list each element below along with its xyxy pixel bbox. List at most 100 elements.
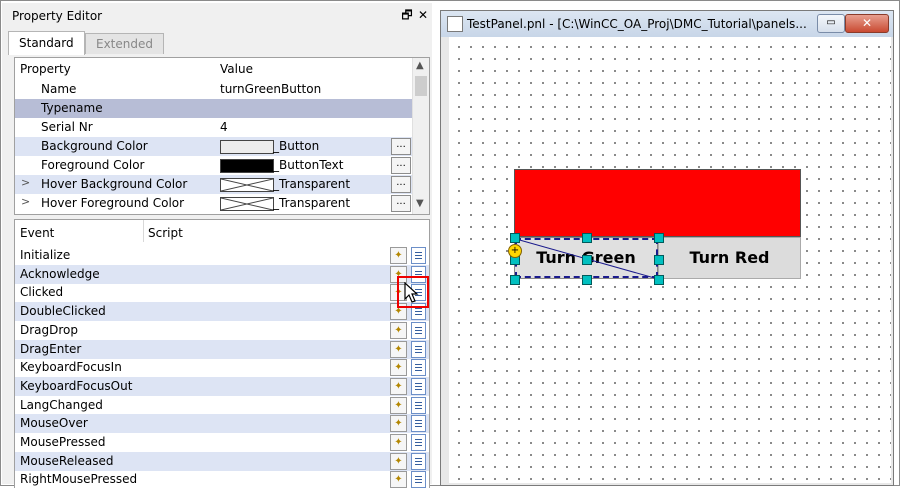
property-value[interactable]: turnGreenButton (220, 82, 321, 96)
event-name: LangChanged (20, 397, 103, 412)
property-row-name[interactable]: Name turnGreenButton (15, 80, 413, 99)
script-editor-icon[interactable] (411, 415, 426, 433)
panel-canvas[interactable]: Turn Green Turn Red + (449, 37, 891, 483)
expand-icon[interactable]: > (21, 176, 30, 189)
event-row[interactable]: Initialize ✦ (15, 246, 429, 265)
property-value[interactable]: _Button (273, 139, 319, 153)
event-row[interactable]: DoubleClicked ✦ (15, 302, 429, 322)
transparent-swatch (220, 197, 274, 211)
property-editor-tabs: Standard Extended (8, 31, 428, 55)
event-name: DragEnter (20, 341, 82, 356)
event-name: Acknowledge (20, 266, 100, 281)
script-editor-icon[interactable] (411, 434, 426, 451)
browse-button[interactable]: ... (391, 195, 411, 212)
event-name: MousePressed (20, 435, 106, 449)
script-editor-icon[interactable] (411, 452, 426, 470)
wand-icon[interactable]: ✦ (390, 415, 407, 433)
event-row[interactable]: MouseOver ✦ (15, 414, 429, 434)
resize-handle[interactable] (654, 255, 664, 265)
turn-red-button[interactable]: Turn Red (658, 237, 801, 279)
event-name: DragDrop (20, 322, 79, 337)
tab-extended[interactable]: Extended (85, 33, 164, 54)
event-name: Initialize (20, 248, 71, 262)
event-row[interactable]: DragDrop ✦ (15, 321, 429, 340)
script-editor-icon[interactable] (411, 359, 426, 377)
event-row[interactable]: Acknowledge ✦ (15, 264, 429, 284)
event-row[interactable]: Clicked ✦ (15, 283, 429, 302)
wand-icon[interactable]: ✦ (390, 340, 407, 358)
resize-handle[interactable] (510, 233, 520, 243)
header-property: Property (20, 62, 71, 76)
resize-handle[interactable] (582, 275, 592, 285)
panel-window-titlebar[interactable]: TestPanel.pnl - [C:\WinCC_OA_Proj\DMC_Tu… (441, 11, 893, 37)
scroll-down-icon[interactable]: ▼ (416, 198, 424, 209)
minimize-button[interactable]: ▭ (817, 14, 845, 33)
script-editor-icon[interactable] (411, 247, 426, 264)
property-editor-title: Property Editor (12, 9, 103, 23)
wand-icon[interactable]: ✦ (390, 452, 407, 470)
property-name: Name (41, 82, 77, 96)
event-name: DoubleClicked (20, 304, 106, 319)
header-value: Value (220, 62, 253, 76)
property-value[interactable]: _Transparent (273, 196, 350, 210)
mouse-cursor-icon (404, 282, 419, 303)
browse-button[interactable]: ... (391, 176, 411, 193)
event-row[interactable]: KeyboardFocusOut ✦ (15, 376, 429, 396)
property-value[interactable]: _ButtonText (273, 158, 343, 172)
wand-icon[interactable]: ✦ (390, 396, 407, 414)
property-value[interactable]: _Transparent (273, 177, 350, 191)
resize-handle[interactable] (654, 275, 664, 285)
property-row-hover-background-color[interactable]: > Hover Background Color _Transparent ..… (15, 175, 413, 194)
resize-handle[interactable] (654, 233, 664, 243)
resize-handle[interactable] (582, 233, 592, 243)
property-row-typename[interactable]: Typename (15, 99, 413, 118)
panel-window: TestPanel.pnl - [C:\WinCC_OA_Proj\DMC_Tu… (440, 10, 894, 486)
wand-icon[interactable]: ✦ (390, 359, 407, 377)
event-row[interactable]: MousePressed ✦ (15, 433, 429, 452)
red-rectangle-shape[interactable] (514, 169, 801, 237)
rotate-handle-icon[interactable]: + (508, 244, 522, 258)
property-value[interactable]: 4 (220, 120, 228, 134)
event-row[interactable]: RightMousePressed ✦ (15, 470, 429, 488)
event-name: RightMousePressed (20, 472, 138, 487)
property-row-serial[interactable]: Serial Nr 4 (15, 118, 413, 137)
property-row-background-color[interactable]: Background Color _Button ... (15, 137, 413, 156)
property-name: Background Color (41, 139, 148, 153)
color-swatch (220, 140, 274, 154)
property-row-hover-foreground-color[interactable]: > Hover Foreground Color _Transparent ..… (15, 194, 413, 213)
panel-window-title: TestPanel.pnl - [C:\WinCC_OA_Proj\DMC_Tu… (467, 17, 807, 31)
browse-button[interactable]: ... (391, 138, 411, 155)
header-event: Event (20, 226, 55, 240)
event-row[interactable]: MouseReleased ✦ (15, 451, 429, 471)
scroll-up-icon[interactable]: ▲ (416, 60, 424, 71)
wand-icon[interactable]: ✦ (390, 377, 407, 395)
event-row[interactable]: LangChanged ✦ (15, 396, 429, 415)
script-editor-icon[interactable] (411, 321, 426, 339)
script-editor-icon[interactable] (411, 396, 426, 414)
property-grid-scrollbar[interactable]: ▲ ▼ (412, 58, 429, 214)
resize-handle[interactable] (510, 275, 520, 285)
header-separator (143, 220, 144, 242)
event-name: KeyboardFocusIn (20, 360, 122, 375)
script-editor-icon[interactable] (411, 377, 426, 395)
close-icon[interactable]: ✕ (416, 8, 430, 22)
browse-button[interactable]: ... (391, 157, 411, 174)
panel-file-icon (447, 16, 463, 32)
event-row[interactable]: DragEnter ✦ (15, 339, 429, 359)
property-row-foreground-color[interactable]: Foreground Color _ButtonText ... (15, 156, 413, 175)
restore-icon[interactable]: 🗗 (400, 8, 414, 22)
tab-standard[interactable]: Standard (8, 31, 85, 55)
script-editor-icon[interactable] (411, 340, 426, 358)
property-editor-titlebar: Property Editor 🗗 ✕ (2, 3, 432, 29)
resize-handle[interactable] (582, 255, 592, 265)
scroll-thumb[interactable] (415, 76, 427, 96)
close-button[interactable]: ✕ (845, 14, 889, 33)
event-row[interactable]: KeyboardFocusIn ✦ (15, 358, 429, 377)
wand-icon[interactable]: ✦ (390, 247, 407, 264)
wand-icon[interactable]: ✦ (390, 434, 407, 451)
property-name: Foreground Color (41, 158, 145, 172)
wand-icon[interactable]: ✦ (390, 321, 407, 339)
property-name: Hover Foreground Color (41, 196, 185, 210)
transparent-swatch (220, 178, 274, 192)
expand-icon[interactable]: > (21, 195, 30, 208)
